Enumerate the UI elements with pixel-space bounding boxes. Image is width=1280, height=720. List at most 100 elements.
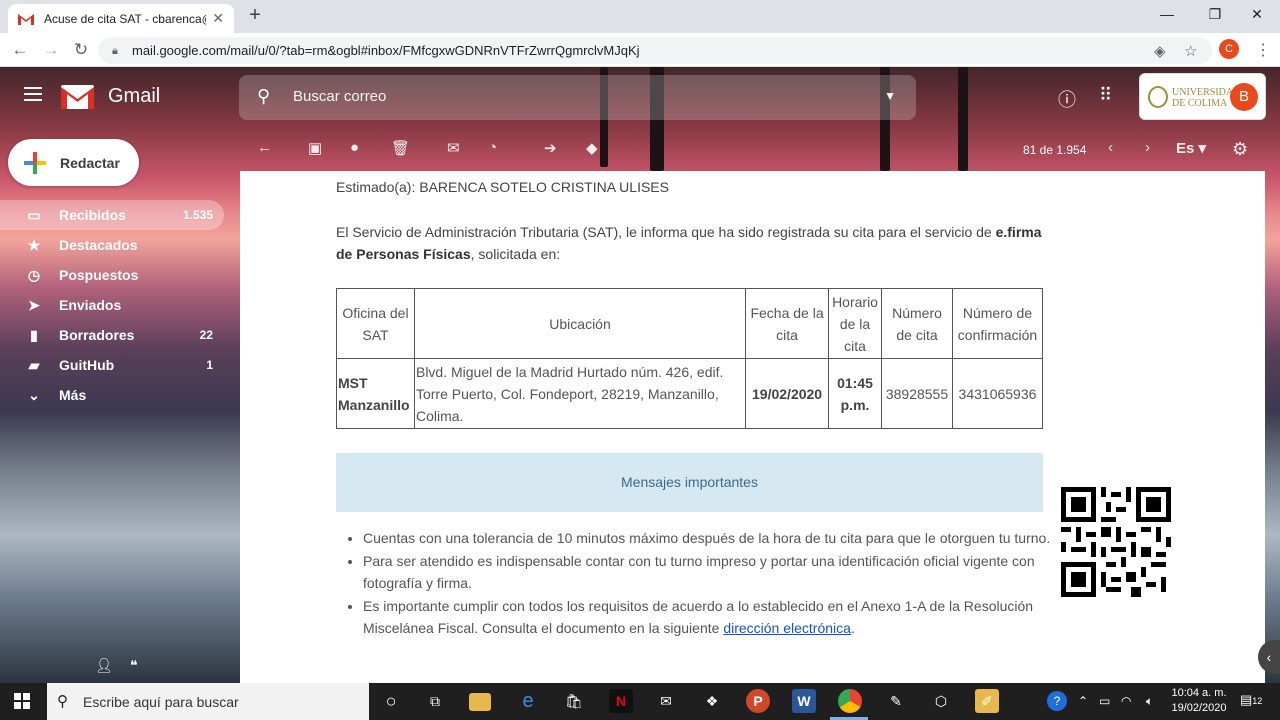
compose-plus-icon — [24, 152, 46, 174]
lock-icon: 🔒︎ — [112, 45, 118, 57]
address-bar[interactable]: 🔒︎ mail.google.com/mail/u/0/?tab=rm&ogbl… — [98, 37, 1212, 64]
browser-menu-icon[interactable]: ⋮ — [1255, 40, 1271, 60]
wifi-icon[interactable]: ◠ — [1121, 694, 1131, 708]
search-options-icon[interactable]: ▼ — [884, 89, 896, 103]
word-icon[interactable]: W — [792, 689, 816, 713]
windows-start-icon[interactable] — [14, 693, 31, 710]
send-icon: ➤ — [28, 297, 40, 313]
help-icon[interactable]: ⓘ — [1058, 86, 1076, 112]
pagination-label: 81 de 1.954 — [1023, 143, 1087, 157]
newer-icon[interactable]: ‹ — [1108, 139, 1113, 156]
cortana-icon[interactable]: ○ — [379, 689, 403, 713]
appointment-number-cell: 38928555 — [881, 358, 953, 429]
older-icon[interactable]: › — [1145, 139, 1150, 156]
table-header: Ubicación — [413, 288, 747, 359]
sidebar-nav: ▭ Recibidos 1.535 ★ Destacados ◷ Pospues… — [0, 200, 240, 410]
main-menu-icon[interactable] — [24, 87, 42, 101]
browser-tab[interactable]: Acuse de cita SAT - cbarenca@uc ✕ — [8, 4, 234, 33]
move-to-icon[interactable]: ➔ — [544, 139, 557, 157]
browser-tab-bar: Acuse de cita SAT - cbarenca@uc ✕ + — ❐ … — [0, 0, 1280, 33]
delete-icon[interactable]: 🗑︎ — [391, 139, 410, 157]
table-header: Número de confirmación — [951, 288, 1044, 359]
back-to-inbox-icon[interactable]: ← — [257, 139, 272, 156]
extension-icon[interactable]: ◈ — [1154, 42, 1166, 60]
contacts-icon[interactable]: 👤︎ — [95, 657, 113, 674]
notifications-icon[interactable]: ▤12 — [1240, 692, 1262, 712]
hangouts-icon[interactable]: ❝ — [130, 657, 138, 674]
clock-icon: ◷ — [27, 267, 41, 283]
inbox-icon: ▭ — [27, 207, 41, 223]
system-clock[interactable]: 10:04 a. m. 19/02/2020 — [1168, 686, 1230, 716]
tab-title: Acuse de cita SAT - cbarenca@uc — [44, 11, 206, 26]
file-explorer-icon[interactable] — [469, 693, 491, 711]
store-icon[interactable]: 🛍︎ — [562, 689, 586, 713]
url-text: mail.google.com/mail/u/0/?tab=rm&ogbl#in… — [132, 43, 640, 58]
sidebar-item-mas[interactable]: ⌄ Más — [0, 380, 224, 410]
browser-profile-avatar[interactable]: C — [1219, 39, 1239, 59]
label-icon: ▰ — [28, 357, 40, 373]
maximize-button[interactable]: ❐ — [1192, 0, 1238, 30]
document-link[interactable]: dirección electrónica — [723, 620, 851, 636]
draft-icon: ▮ — [30, 327, 38, 343]
task-view-icon[interactable]: ⧉ — [423, 689, 447, 713]
university-seal-icon — [1148, 86, 1168, 108]
tab-close-icon[interactable]: ✕ — [212, 10, 224, 27]
edge-icon[interactable]: e — [516, 689, 540, 713]
chrome-icon[interactable] — [838, 689, 862, 713]
volume-icon[interactable]: 🔈︎ — [1146, 694, 1153, 709]
sidebar-item-borradores[interactable]: ▮ Borradores 22 — [0, 320, 224, 350]
sidebar-item-destacados[interactable]: ★ Destacados — [0, 230, 224, 260]
important-messages-list: Cuentas con una tolerancia de 10 minutos… — [363, 527, 1053, 640]
search-bar[interactable]: ⚲ Buscar correo ▼ — [239, 75, 916, 120]
sidebar-item-guithub[interactable]: ▰ GuitHub 1 — [0, 350, 224, 380]
compose-button[interactable]: Redactar — [8, 139, 139, 186]
mark-unread-icon[interactable]: ✉ — [447, 139, 460, 157]
table-header: Horario de la cita — [828, 288, 883, 359]
forward-icon[interactable]: → — [40, 39, 62, 61]
app-icon[interactable]: ✎ — [884, 689, 908, 713]
greeting: Estimado(a): BARENCA SOTELO CRISTINA ULI… — [336, 179, 669, 195]
account-avatar[interactable]: B — [1230, 83, 1258, 111]
mail-icon[interactable]: ✉ — [654, 689, 678, 713]
sidebar-item-recibidos[interactable]: ▭ Recibidos 1.535 — [0, 200, 224, 230]
apps-grid-icon[interactable]: ⠿ — [1099, 85, 1112, 106]
settings-gear-icon[interactable]: ⚙ — [1232, 139, 1248, 160]
powerpoint-icon[interactable]: P — [746, 689, 770, 713]
taskbar-search[interactable]: ⚲ Escribe aquí para buscar — [47, 683, 369, 720]
virtualbox-icon[interactable]: ⬡ — [929, 689, 953, 713]
gmail-header: Gmail ⚲ Buscar correo ▼ ⓘ ⠿ UNIVERSIDAD … — [0, 67, 1280, 127]
organization-account-badge[interactable]: UNIVERSIDAD DE COLIMA B — [1139, 73, 1266, 120]
reload-icon[interactable]: ↻ — [70, 39, 92, 61]
archive-icon[interactable]: ▣ — [308, 139, 322, 157]
minimize-button[interactable]: — — [1144, 0, 1190, 30]
taskbar-search-input[interactable]: Escribe aquí para buscar — [83, 694, 239, 710]
gmail-app: Gmail ⚲ Buscar correo ▼ ⓘ ⠿ UNIVERSIDAD … — [0, 67, 1280, 683]
time-cell: 01:45 p.m. — [828, 358, 883, 429]
back-icon[interactable]: ← — [9, 39, 31, 61]
netflix-icon[interactable]: N — [609, 689, 633, 713]
search-icon[interactable]: ⚲ — [257, 86, 270, 107]
sidebar-item-pospuestos[interactable]: ◷ Pospuestos — [0, 260, 224, 290]
confirmation-number-cell: 3431065936 — [951, 358, 1044, 429]
bookmark-star-icon[interactable]: ☆ — [1184, 42, 1197, 60]
app-icon[interactable]: ✐ — [975, 689, 999, 713]
search-input[interactable]: Buscar correo — [293, 88, 386, 105]
input-language-selector[interactable]: Es ▾ — [1176, 139, 1206, 157]
help-tray-icon[interactable]: ? — [1047, 691, 1067, 711]
dropbox-icon[interactable]: ❖ — [700, 689, 724, 713]
gmail-logo-icon[interactable] — [61, 85, 94, 109]
label-as-icon[interactable]: ◆ — [586, 139, 598, 157]
snooze-icon[interactable]: ◔ — [488, 139, 497, 156]
battery-icon[interactable]: ▭ — [1099, 694, 1110, 708]
close-window-button[interactable]: ✕ — [1234, 0, 1280, 30]
list-item: Para ser atendido es indispensable conta… — [363, 550, 1053, 594]
gmail-product-name[interactable]: Gmail — [108, 85, 160, 108]
sidebar-item-enviados[interactable]: ➤ Enviados — [0, 290, 224, 320]
list-item: Es importante cumplir con todos los requ… — [363, 595, 1053, 639]
report-spam-icon[interactable]: ● — [350, 139, 359, 156]
new-tab-button[interactable]: + — [245, 4, 265, 27]
intro-paragraph: El Servicio de Administración Tributaria… — [336, 224, 1042, 262]
appointment-table: Oficina del SAT Ubicación Fecha de la ci… — [336, 288, 1044, 429]
show-hidden-icons[interactable]: ⌃ — [1078, 694, 1088, 708]
table-header: Fecha de la cita — [745, 288, 830, 359]
